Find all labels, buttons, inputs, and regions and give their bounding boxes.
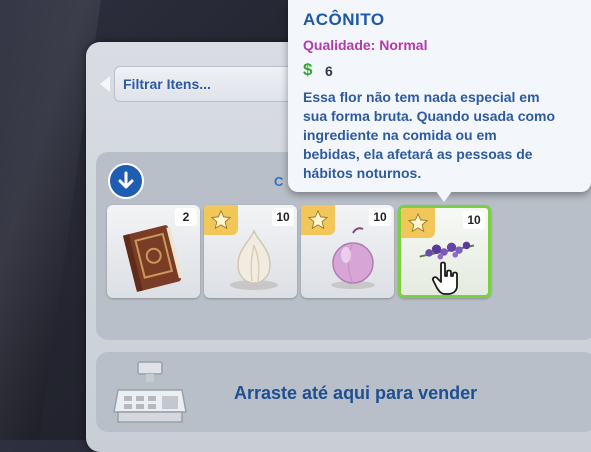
slot-count: 10 xyxy=(369,208,391,226)
tooltip-price: 6 xyxy=(325,63,333,79)
inventory-slot-book[interactable]: 2 xyxy=(107,205,200,298)
slot-count: 10 xyxy=(463,211,485,229)
sort-down-button[interactable] xyxy=(108,163,144,199)
slot-count: 10 xyxy=(272,208,294,226)
tooltip-quality: Qualidade: Normal xyxy=(303,37,428,53)
tooltip-title: ACÔNITO xyxy=(303,10,385,29)
back-arrow-icon[interactable] xyxy=(100,76,110,92)
filter-label: Filtrar Itens... xyxy=(123,76,211,92)
inventory-slot-aconite[interactable]: 10 xyxy=(398,205,491,298)
filter-input[interactable]: Filtrar Itens... xyxy=(114,66,316,102)
simoleon-icon: $ xyxy=(303,60,313,79)
inventory-slot-garlic[interactable]: 10 xyxy=(204,205,297,298)
tooltip-description: Essa flor não tem nada especial em sua f… xyxy=(303,89,556,181)
cash-register-icon xyxy=(113,361,187,423)
tooltip-pointer xyxy=(435,190,453,202)
sell-label: Arraste até aqui para vender xyxy=(234,383,478,403)
slot-count: 2 xyxy=(175,208,197,226)
hand-cursor-icon xyxy=(431,261,458,295)
category-label: C xyxy=(274,174,284,189)
inventory-slot-onion[interactable]: 10 xyxy=(301,205,394,298)
star-icon xyxy=(407,212,429,233)
star-icon xyxy=(307,209,329,230)
arrow-down-icon xyxy=(118,171,134,189)
star-badge xyxy=(401,208,435,238)
star-icon xyxy=(210,209,232,230)
star-badge xyxy=(301,205,335,235)
star-badge xyxy=(204,205,238,235)
